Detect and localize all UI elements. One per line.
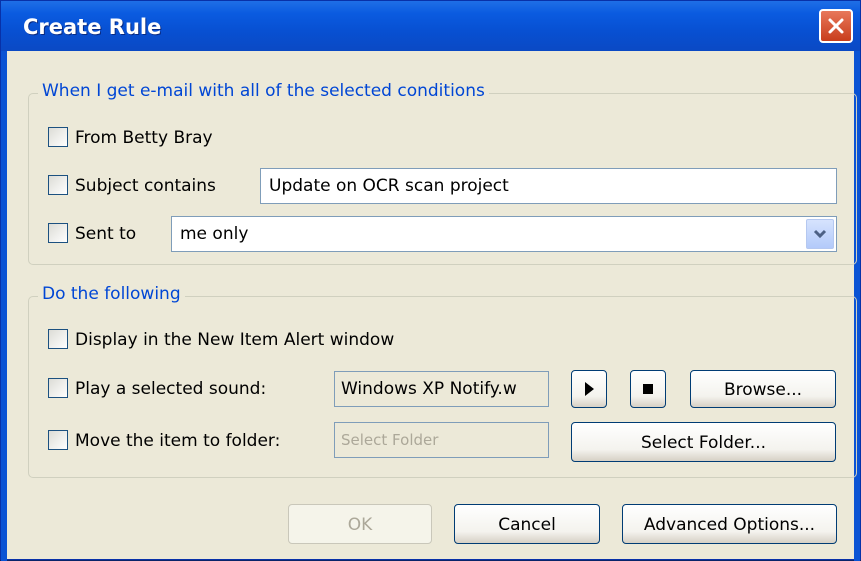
title-bar[interactable]: Create Rule: [1, 1, 860, 51]
play-button[interactable]: [571, 370, 607, 408]
browse-button[interactable]: Browse...: [690, 370, 836, 408]
stop-button[interactable]: [630, 370, 666, 408]
browse-button-label: Browse...: [723, 380, 803, 400]
sound-checkbox[interactable]: [48, 378, 68, 398]
create-rule-dialog: Create Rule When I get e-mail with all o…: [0, 0, 861, 561]
alert-checkbox[interactable]: [48, 329, 68, 349]
chevron-down-icon: [813, 229, 827, 239]
window-border-left: [1, 51, 7, 561]
stop-icon: [643, 384, 653, 394]
move-checkbox[interactable]: [48, 430, 68, 450]
ok-button[interactable]: OK: [288, 504, 432, 544]
sound-label[interactable]: Play a selected sound:: [75, 379, 266, 399]
alert-label[interactable]: Display in the New Item Alert window: [75, 330, 394, 350]
from-checkbox[interactable]: [48, 127, 68, 147]
sent-to-dropdown-button[interactable]: [806, 219, 834, 249]
sound-file-field: Windows XP Notify.w: [334, 371, 549, 407]
subject-label[interactable]: Subject contains: [75, 176, 216, 196]
from-label[interactable]: From Betty Bray: [75, 128, 213, 148]
select-folder-button[interactable]: Select Folder...: [571, 422, 836, 462]
conditions-group-title: When I get e-mail with all of the select…: [38, 81, 489, 101]
cancel-button-label: Cancel: [498, 515, 556, 535]
actions-group-title: Do the following: [38, 284, 185, 304]
subject-checkbox[interactable]: [48, 175, 68, 195]
advanced-options-button-label: Advanced Options...: [643, 515, 816, 535]
move-label[interactable]: Move the item to folder:: [75, 431, 280, 451]
close-button[interactable]: [819, 9, 853, 43]
sent-to-label[interactable]: Sent to: [75, 224, 136, 244]
sent-to-select[interactable]: me only: [171, 216, 837, 252]
play-icon: [585, 382, 594, 396]
sent-to-value: me only: [180, 224, 249, 244]
subject-input[interactable]: Update on OCR scan project: [260, 168, 837, 204]
folder-field: Select Folder: [334, 422, 549, 458]
sent-to-checkbox[interactable]: [48, 223, 68, 243]
select-folder-button-label: Select Folder...: [640, 433, 767, 453]
ok-button-label: OK: [347, 515, 373, 535]
cancel-button[interactable]: Cancel: [454, 504, 600, 544]
close-icon: [828, 18, 844, 34]
window-title: Create Rule: [23, 15, 162, 39]
advanced-options-button[interactable]: Advanced Options...: [622, 504, 837, 544]
